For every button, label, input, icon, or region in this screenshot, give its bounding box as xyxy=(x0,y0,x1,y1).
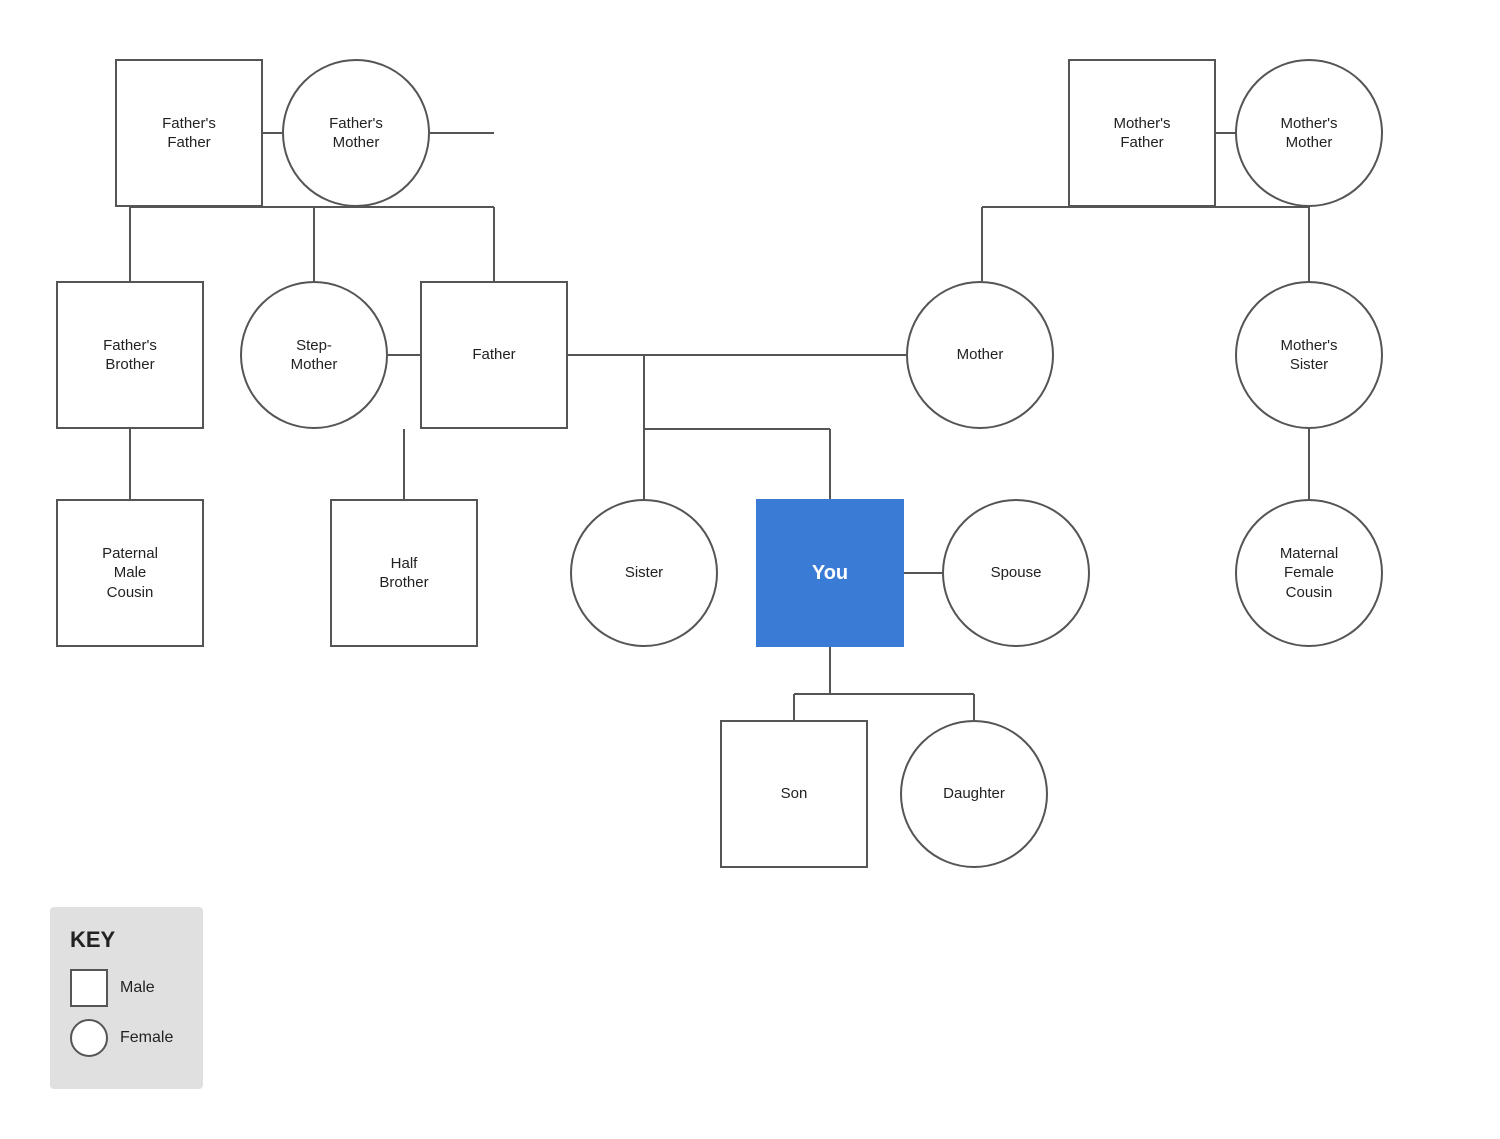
key-female-label: Female xyxy=(120,1029,173,1047)
chart-container: Father's FatherFather's Mother Mother's F… xyxy=(0,0,1500,1139)
node-mothers_mother[interactable]: Mother's Mother xyxy=(1235,59,1383,207)
key-title: KEY xyxy=(70,927,173,953)
key-male-icon xyxy=(70,969,108,1007)
node-mother[interactable]: Mother xyxy=(906,281,1054,429)
node-spouse[interactable]: Spouse xyxy=(942,499,1090,647)
node-daughter[interactable]: Daughter xyxy=(900,720,1048,868)
key-box: KEY Male Female xyxy=(50,907,203,1089)
node-fathers_mother[interactable]: Father's Mother xyxy=(282,59,430,207)
key-female-item: Female xyxy=(70,1019,173,1057)
node-stepmother[interactable]: Step- Mother xyxy=(240,281,388,429)
node-half_brother[interactable]: Half Brother xyxy=(330,499,478,647)
node-mothers_father[interactable]: Mother's Father xyxy=(1068,59,1216,207)
key-male-item: Male xyxy=(70,969,173,1007)
key-male-label: Male xyxy=(120,979,155,997)
node-maternal_female_cousin[interactable]: Maternal Female Cousin xyxy=(1235,499,1383,647)
node-fathers_father[interactable]: Father's Father xyxy=(115,59,263,207)
node-son[interactable]: Son xyxy=(720,720,868,868)
node-paternal_male_cousin[interactable]: Paternal Male Cousin xyxy=(56,499,204,647)
node-mothers_sister[interactable]: Mother's Sister xyxy=(1235,281,1383,429)
node-sister[interactable]: Sister xyxy=(570,499,718,647)
node-father[interactable]: Father xyxy=(420,281,568,429)
key-female-icon xyxy=(70,1019,108,1057)
node-you[interactable]: You xyxy=(756,499,904,647)
node-fathers_brother[interactable]: Father's Brother xyxy=(56,281,204,429)
